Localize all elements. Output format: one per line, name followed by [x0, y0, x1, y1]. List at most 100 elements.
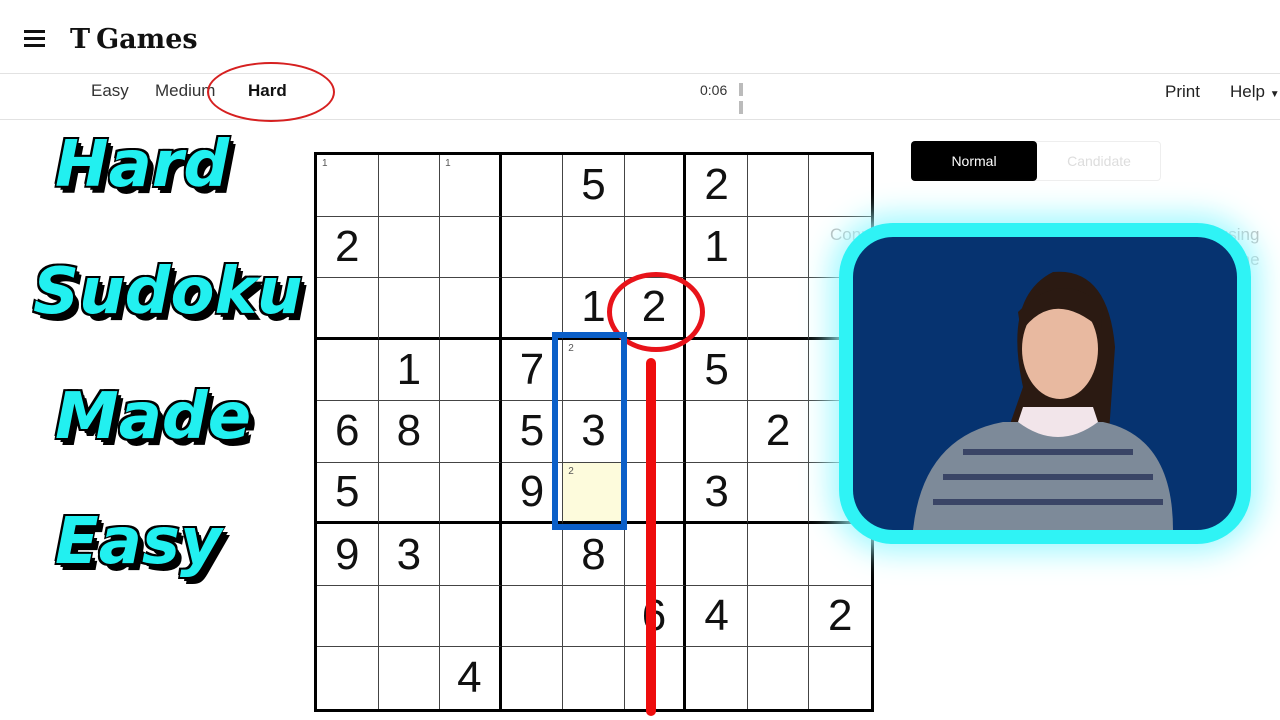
sudoku-cell[interactable]: 1	[440, 155, 502, 217]
sudoku-cell[interactable]: 6	[317, 401, 379, 463]
sudoku-cell[interactable]	[378, 278, 441, 340]
sudoku-cell[interactable]	[563, 647, 625, 709]
sudoku-cell[interactable]	[440, 339, 502, 402]
sudoku-cell[interactable]	[501, 278, 564, 340]
sudoku-cell[interactable]: 2	[747, 401, 810, 463]
cell-value: 3	[396, 529, 422, 579]
sudoku-cell[interactable]: 5	[317, 462, 379, 525]
cell-value: 8	[396, 406, 422, 456]
timer: 0:06	[700, 82, 728, 98]
cell-value: 4	[457, 653, 482, 703]
cell-value: 5	[335, 467, 360, 517]
sudoku-cell[interactable]	[317, 647, 379, 709]
mode-normal-button[interactable]: Normal	[911, 141, 1037, 181]
sudoku-cell[interactable]	[809, 155, 871, 217]
sudoku-cell[interactable]: 5	[686, 339, 748, 402]
sudoku-cell[interactable]	[747, 462, 810, 525]
sudoku-cell[interactable]	[317, 585, 379, 648]
presenter-photo	[913, 271, 1173, 530]
cell-value: 6	[335, 406, 360, 456]
promo-text-right-2: the	[1236, 250, 1260, 269]
presenter-video-card	[853, 237, 1237, 530]
sudoku-cell[interactable]: 4	[686, 585, 748, 648]
mode-candidate-button[interactable]: Candidate	[1037, 141, 1161, 181]
sudoku-cell[interactable]	[747, 155, 810, 217]
sudoku-cell[interactable]	[686, 524, 748, 586]
sudoku-cell[interactable]	[501, 216, 564, 279]
sudoku-cell[interactable]	[747, 339, 810, 402]
hamburger-icon[interactable]	[24, 30, 45, 48]
sudoku-cell[interactable]	[686, 401, 748, 463]
caret-down-icon: ▼	[1269, 89, 1280, 100]
sudoku-cell[interactable]: 2	[686, 155, 748, 217]
cell-value: 2	[704, 160, 729, 210]
sudoku-cell[interactable]: 2	[809, 586, 871, 648]
title-word-made: Made	[55, 380, 252, 454]
sudoku-cell[interactable]	[440, 216, 502, 279]
sudoku-cell[interactable]: 5	[563, 155, 625, 217]
cell-value: 1	[581, 282, 606, 332]
sudoku-cell[interactable]	[440, 278, 502, 340]
sudoku-cell[interactable]	[378, 155, 441, 217]
sudoku-cell[interactable]	[378, 585, 441, 648]
nyt-games-logo[interactable]: T Games	[70, 24, 198, 55]
top-bar: T Games	[0, 0, 1280, 74]
sudoku-cell[interactable]: 1	[378, 339, 441, 402]
level-easy[interactable]: Easy	[91, 81, 129, 101]
cell-value: 3	[704, 467, 729, 517]
sudoku-cell[interactable]	[747, 278, 810, 340]
cell-value: 9	[335, 529, 360, 579]
sudoku-cell[interactable]	[809, 647, 871, 709]
sudoku-cell[interactable]	[563, 216, 625, 279]
sudoku-cell[interactable]: 8	[378, 401, 441, 463]
sudoku-cell[interactable]	[748, 647, 810, 709]
sudoku-cell[interactable]: 1	[317, 155, 379, 217]
sudoku-cell[interactable]: 4	[440, 647, 502, 709]
annotation-line	[646, 358, 656, 716]
sudoku-cell[interactable]	[501, 155, 564, 217]
cell-candidate-note: 1	[322, 158, 328, 169]
sudoku-cell[interactable]	[317, 339, 379, 402]
sudoku-cell[interactable]: 3	[378, 524, 441, 586]
sudoku-cell[interactable]	[440, 401, 502, 463]
cell-value: 2	[765, 406, 791, 456]
sudoku-cell[interactable]	[624, 216, 687, 279]
pause-icon[interactable]	[739, 83, 751, 114]
sudoku-cell[interactable]: 2	[317, 216, 379, 279]
sudoku-cell[interactable]	[747, 216, 810, 279]
sudoku-cell[interactable]	[502, 647, 564, 709]
sudoku-cell[interactable]: 8	[563, 524, 625, 586]
sudoku-cell[interactable]	[747, 585, 810, 648]
title-word-easy: Easy	[55, 505, 222, 579]
cell-value: 1	[704, 221, 729, 271]
sudoku-cell[interactable]	[378, 216, 441, 279]
cell-value: 1	[396, 344, 422, 394]
sudoku-cell[interactable]	[624, 155, 687, 217]
cell-value: 2	[335, 221, 360, 271]
sudoku-cell[interactable]	[378, 462, 441, 525]
cell-value: 5	[704, 344, 729, 394]
annotation-circle-hard	[207, 62, 335, 122]
sudoku-cell[interactable]: 3	[686, 462, 748, 525]
sudoku-cell[interactable]	[563, 585, 625, 648]
sudoku-cell[interactable]	[440, 524, 502, 586]
print-button[interactable]: Print	[1165, 82, 1200, 102]
cell-value: 7	[519, 344, 545, 394]
sudoku-cell[interactable]	[379, 647, 441, 709]
sudoku-cell[interactable]	[686, 647, 748, 709]
cell-value: 9	[519, 467, 545, 517]
title-word-hard: Hard	[55, 128, 230, 202]
sudoku-cell[interactable]: 9	[317, 524, 379, 586]
sudoku-cell[interactable]	[747, 524, 810, 586]
cell-value: 8	[581, 529, 606, 579]
sudoku-cell[interactable]: 1	[686, 216, 748, 279]
sudoku-cell[interactable]	[440, 585, 502, 648]
sudoku-cell[interactable]	[809, 524, 871, 586]
sudoku-cell[interactable]	[501, 585, 564, 648]
sudoku-cell[interactable]	[317, 278, 379, 340]
sudoku-cell[interactable]	[440, 462, 502, 525]
sudoku-cell[interactable]	[501, 524, 564, 586]
cell-value: 5	[519, 406, 545, 456]
cell-value: 5	[581, 160, 606, 210]
help-menu[interactable]: Help ▼	[1230, 82, 1280, 102]
